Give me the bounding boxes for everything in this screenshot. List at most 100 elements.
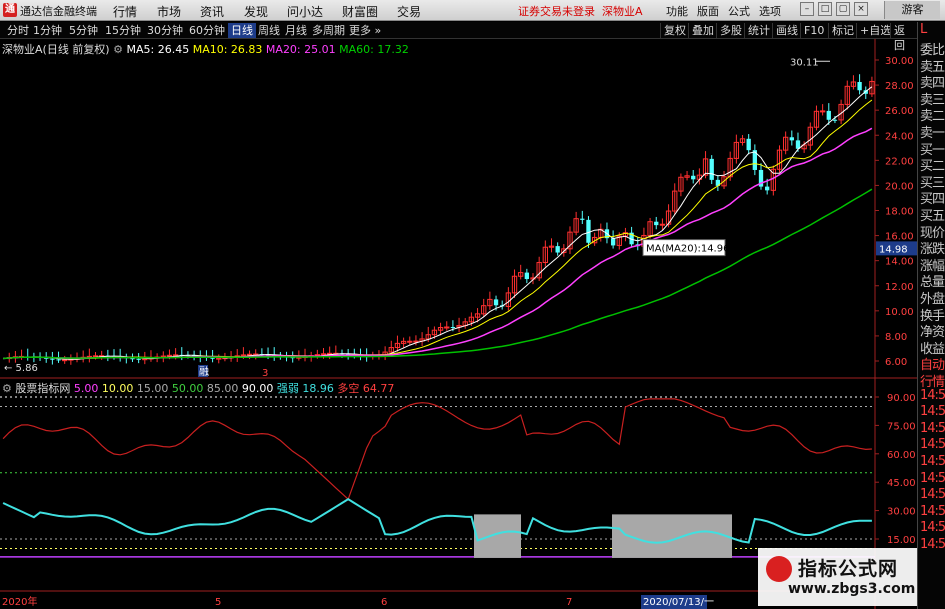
button-overlay[interactable]: 叠加 — [688, 23, 717, 38]
price-tick-label: 28.00 — [885, 81, 914, 92]
minimize-icon[interactable]: – — [800, 2, 814, 16]
candle-body — [586, 219, 591, 243]
button-adjust[interactable]: 复权 — [660, 23, 689, 38]
restore-icon[interactable]: □ — [818, 2, 832, 16]
app-title: 通达信金融终端 — [20, 5, 97, 18]
button-multi-stock[interactable]: 多股 — [716, 23, 745, 38]
kline-chart[interactable]: 30.00 28.00 26.00 24.00 22.00 20.00 18.00 16.00… — [0, 39, 917, 609]
login-status[interactable]: 证券交易未登录 深物业A — [518, 3, 643, 19]
chart-area[interactable]: 30.00 28.00 26.00 24.00 22.00 20.00 18.00 16.00… — [0, 39, 917, 609]
tab-60min[interactable]: 60分钟 — [186, 23, 228, 38]
sidebar-item[interactable]: 14:5 — [920, 404, 945, 419]
ma5-label: MA5: 26.45 — [126, 43, 190, 56]
menu-wealth[interactable]: 财富圈 — [342, 3, 378, 20]
guest-button[interactable]: 游客 — [884, 1, 940, 19]
candle-body — [610, 238, 616, 246]
close-icon[interactable]: × — [854, 2, 868, 16]
level-15: 15.00 — [136, 382, 169, 395]
high-price-label: 30.11 — [790, 57, 819, 68]
date-label: 7 — [566, 597, 572, 608]
tab-30min[interactable]: 30分钟 — [144, 23, 186, 38]
tab-weekly[interactable]: 周线 — [255, 23, 283, 38]
tab-monthly[interactable]: 月线 — [282, 23, 310, 38]
candle-body — [240, 354, 247, 357]
menu-news[interactable]: 资讯 — [200, 3, 224, 20]
mode-value: 18.96 — [302, 382, 334, 395]
candle-body — [320, 353, 327, 356]
candle-body — [444, 326, 450, 329]
price-tick-label: 16.00 — [885, 232, 914, 243]
tab-daily[interactable]: 日线 — [228, 23, 256, 38]
settings-icon[interactable]: ⚙ — [2, 382, 12, 395]
menu-layout[interactable]: 版面 — [697, 3, 719, 19]
short-label: 多空 — [337, 382, 360, 395]
indicator-title: 股票指标网 — [15, 382, 71, 395]
menu-ask[interactable]: 问小达 — [287, 3, 323, 20]
price-tick-label: 18.00 — [885, 207, 914, 218]
sidebar-item[interactable]: 14:5 — [920, 421, 945, 436]
sidebar-letter[interactable]: L — [920, 22, 945, 37]
short-value: 64.77 — [362, 382, 395, 395]
menu-quotes[interactable]: 行情 — [113, 3, 137, 20]
ind-tick-label: 30.00 — [887, 507, 916, 518]
date-label: 6 — [381, 597, 387, 608]
candle-body — [826, 110, 831, 120]
candle-body — [92, 355, 99, 358]
tab-15min[interactable]: 15分钟 — [102, 23, 144, 38]
level-10: 10.00 — [101, 382, 134, 395]
price-tick-label: 30.00 — [885, 56, 914, 67]
price-tick-label: 24.00 — [885, 131, 914, 142]
price-tick-label: 6.00 — [885, 357, 907, 368]
price-tick-label: 14.00 — [885, 257, 914, 268]
momentum-line — [2, 498, 872, 544]
menu-discover[interactable]: 发现 — [244, 3, 268, 20]
strength-line — [2, 398, 872, 501]
indicator-legend: ⚙ 股票指标网 5.00 10.00 15.00 50.00 85.00 90.… — [2, 380, 394, 396]
button-f10[interactable]: F10 — [800, 23, 827, 38]
button-mark[interactable]: 标记 — [828, 23, 857, 38]
level-50: 50.00 — [171, 382, 204, 395]
low-price-label: ← 5.86 — [4, 363, 38, 374]
event-marker: 3 — [262, 368, 268, 379]
candle-body — [246, 353, 253, 356]
sidebar-item[interactable]: 14:5 — [920, 471, 945, 486]
tab-timeshare[interactable]: 分时 — [4, 23, 32, 38]
price-legend: 深物业A(日线 前复权) ⚙ MA5: 26.45 MA10: 26.83 MA… — [2, 41, 409, 57]
sidebar-item[interactable]: 14:5 — [920, 537, 945, 552]
candle-body — [691, 175, 696, 180]
tab-multi-period[interactable]: 多周期 — [309, 23, 348, 38]
sidebar-item[interactable]: 14:5 — [920, 454, 945, 469]
level-5: 5.00 — [73, 382, 99, 395]
sidebar-item[interactable]: 14:5 — [920, 388, 945, 403]
sidebar-item[interactable]: 14:5 — [920, 487, 945, 502]
candle-body — [216, 357, 222, 360]
menu-market[interactable]: 市场 — [157, 3, 181, 20]
button-add-watchlist[interactable]: +自选 — [856, 23, 894, 38]
settings-icon[interactable]: ⚙ — [113, 43, 123, 56]
candle-body — [765, 186, 770, 191]
candle-body — [659, 223, 666, 226]
button-back[interactable]: 返回 — [890, 23, 917, 52]
ma10-label: MA10: 26.83 — [192, 43, 263, 56]
candle-body — [450, 327, 456, 329]
candle-body — [789, 137, 794, 141]
app-window: { "menubar": { "app_title": "通达信金融终端", "… — [0, 0, 945, 609]
tab-1min[interactable]: 1分钟 — [30, 23, 65, 38]
sidebar-item[interactable]: 14:5 — [920, 504, 945, 519]
ind-tick-label: 15.00 — [887, 535, 916, 546]
menu-function[interactable]: 功能 — [666, 3, 688, 19]
tab-more[interactable]: 更多 » — [346, 23, 384, 38]
button-statistics[interactable]: 统计 — [744, 23, 773, 38]
button-draw[interactable]: 画线 — [772, 23, 801, 38]
candle-body — [493, 299, 499, 306]
sidebar-item[interactable]: 14:5 — [920, 520, 945, 535]
tab-5min[interactable]: 5分钟 — [66, 23, 101, 38]
maximize-icon[interactable]: ▢ — [836, 2, 850, 16]
menu-options[interactable]: 选项 — [759, 3, 781, 19]
menu-trade[interactable]: 交易 — [397, 3, 421, 20]
mode-label: 强弱 — [276, 382, 299, 395]
ind-tick-label: 60.00 — [887, 450, 916, 461]
ma20-label: MA20: 25.01 — [265, 43, 336, 56]
menu-formula[interactable]: 公式 — [728, 3, 750, 19]
sidebar-item[interactable]: 14:5 — [920, 437, 945, 452]
